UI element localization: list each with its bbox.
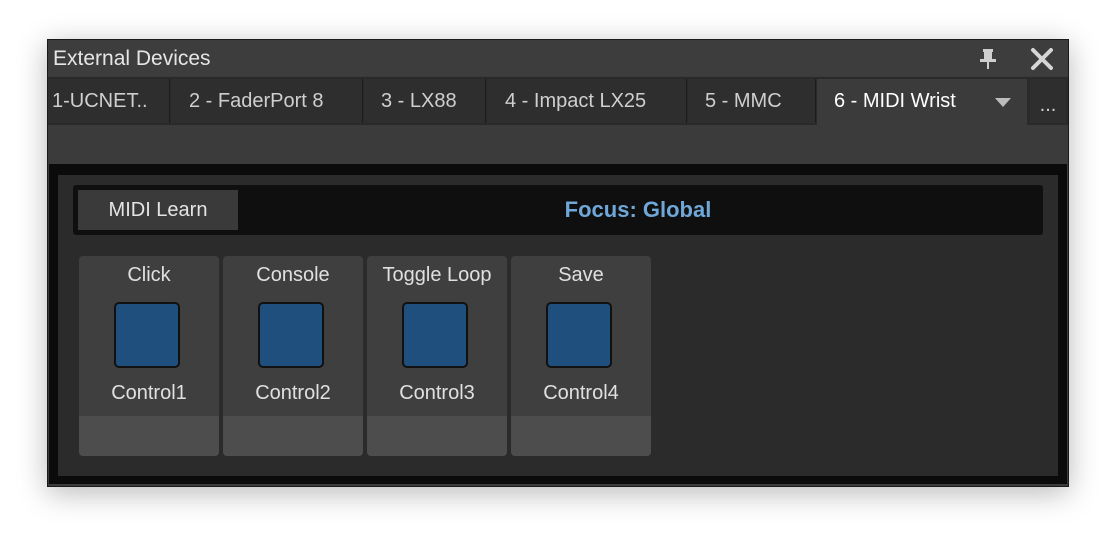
control-card-footer[interactable] xyxy=(223,416,363,456)
control-pad-button[interactable] xyxy=(258,302,324,368)
control-name-label: Control4 xyxy=(543,382,619,404)
tab-label: 3 - LX88 xyxy=(381,90,457,112)
control-card-footer[interactable] xyxy=(511,416,651,456)
window-title: External Devices xyxy=(53,47,211,70)
control-action-label: Console xyxy=(256,264,330,286)
device-tabs: 1-UCNET.. 2 - FaderPort 8 3 - LX88 4 - I… xyxy=(48,77,1068,125)
control-card: Console Control2 xyxy=(223,256,363,456)
control-card-footer[interactable] xyxy=(367,416,507,456)
tab-ucnet[interactable]: 1-UCNET.. xyxy=(48,79,170,123)
learn-bar: MIDI Learn Focus: Global xyxy=(73,185,1043,235)
chevron-down-icon[interactable] xyxy=(995,98,1011,107)
tab-label: 2 - FaderPort 8 xyxy=(189,90,324,112)
tab-impact-lx25[interactable]: 4 - Impact LX25 xyxy=(487,79,687,123)
control-card: Click Control1 xyxy=(79,256,219,456)
external-devices-window: External Devices 1-UCNET.. 2 - FaderPort… xyxy=(47,39,1069,487)
control-action-label: Toggle Loop xyxy=(382,264,492,286)
device-panel-inner: MIDI Learn Focus: Global Click Control1 … xyxy=(58,175,1058,476)
tab-label: 1-UCNET.. xyxy=(52,90,148,112)
close-button[interactable] xyxy=(1028,45,1056,73)
tab-label: 5 - MMC xyxy=(705,90,782,112)
tab-faderport-8[interactable]: 2 - FaderPort 8 xyxy=(171,79,363,123)
tab-lx88[interactable]: 3 - LX88 xyxy=(364,79,486,123)
pin-icon xyxy=(980,49,996,69)
control-card: Toggle Loop Control3 xyxy=(367,256,507,456)
control-pad-button[interactable] xyxy=(546,302,612,368)
control-action-label: Save xyxy=(558,264,604,286)
focus-label: Focus: Global xyxy=(564,197,712,222)
tab-overflow-button[interactable]: ... xyxy=(1030,79,1066,123)
device-panel: MIDI Learn Focus: Global Click Control1 … xyxy=(49,164,1067,484)
tab-mmc[interactable]: 5 - MMC xyxy=(688,79,816,123)
control-name-label: Control1 xyxy=(111,382,187,404)
control-name-label: Control3 xyxy=(399,382,475,404)
control-card-footer[interactable] xyxy=(79,416,219,456)
close-icon xyxy=(1031,48,1053,70)
title-bar[interactable]: External Devices xyxy=(48,40,1068,76)
control-pad-button[interactable] xyxy=(402,302,468,368)
tab-label: 6 - MIDI Wrist xyxy=(834,90,956,112)
tab-label: 4 - Impact LX25 xyxy=(505,90,647,112)
control-pad-button[interactable] xyxy=(114,302,180,368)
control-name-label: Control2 xyxy=(255,382,331,404)
pin-button[interactable] xyxy=(975,46,1001,72)
control-card: Save Control4 xyxy=(511,256,651,456)
control-action-label: Click xyxy=(127,264,171,286)
midi-learn-button[interactable]: MIDI Learn xyxy=(78,190,238,230)
